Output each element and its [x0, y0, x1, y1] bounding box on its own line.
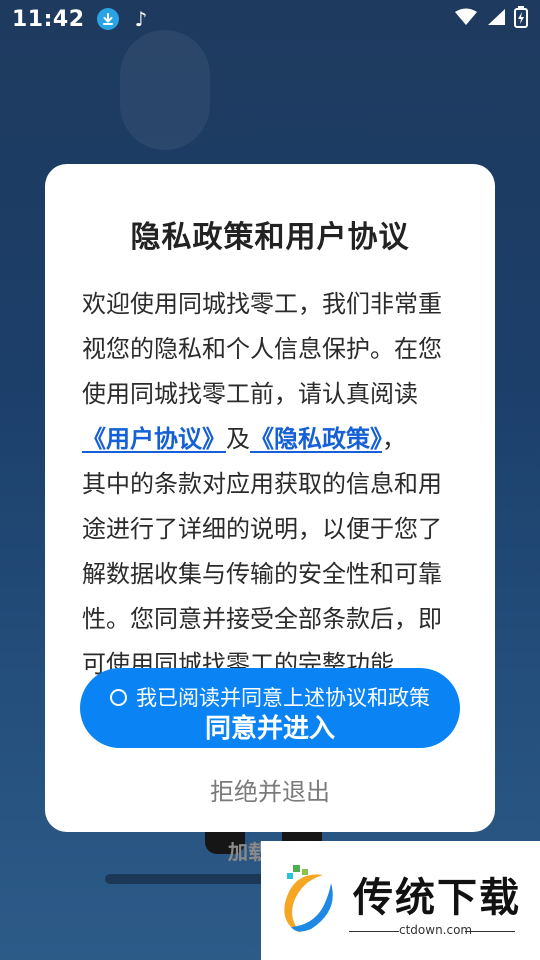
agree-button-label: 同意并进入 [204, 714, 335, 744]
status-bar: 11:42 ♪ [0, 0, 540, 38]
wifi-icon [454, 8, 478, 30]
watermark-divider [349, 931, 399, 932]
comma-text: ， [382, 425, 406, 453]
watermark-logo [273, 863, 343, 942]
privacy-policy-link[interactable]: 《隐私政策》 [250, 425, 382, 453]
clock: 11:42 [12, 6, 85, 32]
intro-text: 欢迎使用同城找零工，我们非常重视您的隐私和个人信息保护。在您使用同城找零工前，请… [82, 290, 442, 408]
body-text: 其中的条款对应用获取的信息和用途进行了详细的说明，以便于您了解数据收集与传输的安… [82, 470, 442, 678]
user-agreement-link[interactable]: 《用户协议》 [82, 425, 226, 453]
dialog-body: 欢迎使用同城找零工，我们非常重视您的隐私和个人信息保护。在您使用同城找零工前，请… [82, 282, 462, 687]
dialog-title: 隐私政策和用户协议 [130, 220, 410, 255]
battery-charging-icon [514, 6, 528, 32]
watermark: 传统下载 ctdown.com [261, 841, 540, 960]
watermark-domain: ctdown.com [399, 923, 473, 937]
agree-button[interactable]: 我已阅读并同意上述协议和政策 同意并进入 [80, 668, 460, 748]
refuse-button[interactable]: 拒绝并退出 [0, 772, 540, 807]
download-icon [96, 8, 119, 30]
background-decoration [120, 30, 210, 150]
watermark-brand: 传统下载 [353, 875, 521, 921]
and-text: 及 [226, 425, 250, 453]
watermark-divider [465, 931, 515, 932]
music-note-icon: ♪ [134, 7, 148, 31]
signal-icon [486, 8, 506, 30]
consent-radio[interactable] [110, 688, 127, 706]
